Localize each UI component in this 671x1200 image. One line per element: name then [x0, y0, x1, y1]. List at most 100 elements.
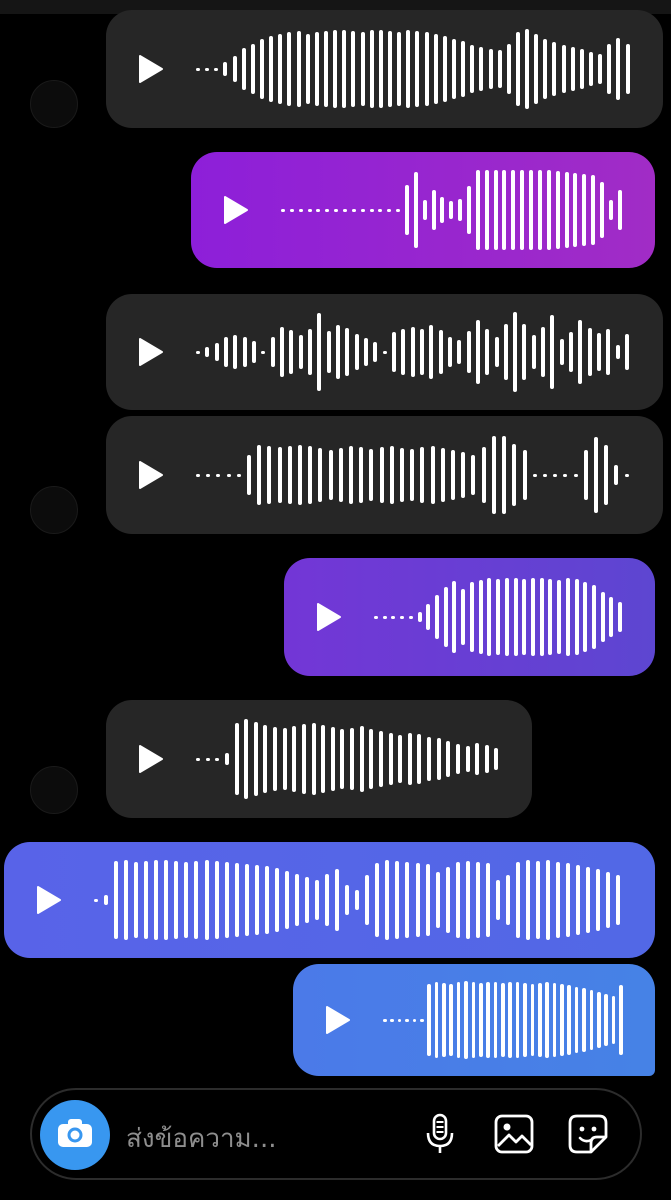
waveform-bar: [576, 865, 581, 935]
voice-message-incoming[interactable]: [106, 10, 663, 128]
waveform-bar: [464, 981, 468, 1059]
waveform-bar: [616, 875, 621, 925]
waveform-bar: [451, 39, 456, 99]
avatar[interactable]: [30, 80, 78, 128]
gallery-button[interactable]: [490, 1112, 538, 1160]
waveform-bar: [184, 862, 189, 938]
waveform-bar: [582, 988, 586, 1052]
play-icon[interactable]: [138, 337, 164, 367]
waveform-bar: [223, 337, 228, 367]
message-input[interactable]: ส่งข้อความ...: [126, 1118, 276, 1159]
play-icon[interactable]: [138, 54, 164, 84]
waveform-bar: [567, 985, 572, 1055]
waveform-bar: [465, 746, 470, 772]
waveform-bar: [583, 582, 588, 652]
waveform-bar: [259, 39, 264, 99]
voice-message-outgoing[interactable]: [191, 152, 655, 268]
waveform-bar: [522, 324, 527, 380]
waveform[interactable]: [196, 10, 630, 128]
voice-message-outgoing[interactable]: [4, 842, 655, 958]
waveform-bar: [311, 723, 316, 795]
voice-message-outgoing[interactable]: [293, 964, 655, 1076]
waveform-bar: [294, 874, 299, 926]
waveform-bar: [614, 465, 619, 485]
waveform-bar: [382, 615, 387, 619]
sticker-button[interactable]: [564, 1112, 612, 1160]
avatar[interactable]: [30, 766, 78, 814]
play-icon[interactable]: [316, 602, 342, 632]
waveform-bar: [387, 31, 392, 107]
waveform-bar: [597, 333, 602, 371]
waveform-bar: [530, 984, 535, 1056]
waveform[interactable]: [196, 294, 630, 410]
waveform-bar: [465, 861, 470, 939]
waveform[interactable]: [196, 416, 629, 534]
waveform[interactable]: [383, 964, 623, 1076]
waveform-bar: [461, 452, 466, 498]
waveform-bar: [607, 44, 612, 94]
play-icon[interactable]: [325, 1005, 351, 1035]
waveform-bar: [475, 170, 480, 250]
play-icon[interactable]: [36, 885, 62, 915]
waveform-bar: [522, 579, 527, 655]
waveform-bar: [405, 862, 410, 938]
waveform-bar: [234, 863, 239, 937]
waveform-bar: [360, 208, 365, 212]
waveform-bar: [493, 982, 498, 1058]
waveform-bar: [382, 350, 387, 354]
play-icon[interactable]: [138, 744, 164, 774]
waveform-bar: [379, 447, 384, 503]
play-icon[interactable]: [138, 460, 164, 490]
waveform-bar: [569, 332, 574, 372]
waveform-bar: [537, 170, 542, 250]
waveform-bar: [425, 864, 430, 936]
waveform-bar: [391, 615, 396, 619]
waveform-bar: [292, 726, 297, 792]
waveform-bar: [598, 54, 603, 84]
avatar[interactable]: [30, 486, 78, 534]
waveform-bar: [330, 727, 335, 791]
waveform-bar: [277, 447, 282, 503]
waveform-bar: [406, 30, 411, 108]
microphone-button[interactable]: [416, 1112, 464, 1160]
waveform-bar: [449, 201, 454, 219]
waveform[interactable]: [281, 152, 622, 268]
waveform-bar: [422, 200, 427, 220]
voice-message-incoming[interactable]: [106, 700, 532, 818]
waveform-bar: [383, 1018, 387, 1022]
waveform-bar: [461, 589, 466, 645]
waveform[interactable]: [374, 558, 623, 676]
camera-button[interactable]: [40, 1100, 110, 1170]
waveform-bar: [304, 877, 309, 923]
waveform-bar: [301, 724, 306, 794]
voice-message-incoming[interactable]: [106, 416, 663, 534]
waveform-bar: [206, 473, 211, 477]
waveform-bar: [457, 340, 462, 364]
waveform[interactable]: [196, 700, 499, 818]
play-icon[interactable]: [223, 195, 249, 225]
waveform[interactable]: [94, 842, 621, 958]
waveform-bar: [604, 445, 609, 505]
waveform-bar: [541, 327, 546, 377]
waveform-bar: [491, 436, 496, 514]
waveform-bar: [298, 445, 303, 505]
waveform-bar: [244, 864, 249, 936]
waveform-bar: [608, 200, 613, 220]
waveform-bar: [505, 875, 510, 925]
waveform-bar: [298, 208, 303, 212]
waveform-bar: [287, 32, 292, 106]
waveform-bar: [391, 332, 396, 372]
waveform-bar: [417, 734, 422, 784]
voice-message-incoming[interactable]: [106, 294, 663, 410]
waveform-bar: [215, 757, 220, 761]
waveform-bar: [440, 197, 445, 223]
waveform-bar: [534, 34, 539, 104]
waveform-bar: [325, 874, 330, 926]
waveform-bar: [289, 208, 294, 212]
waveform-bar: [305, 34, 310, 104]
microphone-icon: [425, 1113, 455, 1159]
voice-message-outgoing[interactable]: [284, 558, 655, 676]
waveform-bar: [174, 861, 179, 939]
waveform-bar: [574, 987, 579, 1053]
waveform-bar: [317, 313, 322, 391]
